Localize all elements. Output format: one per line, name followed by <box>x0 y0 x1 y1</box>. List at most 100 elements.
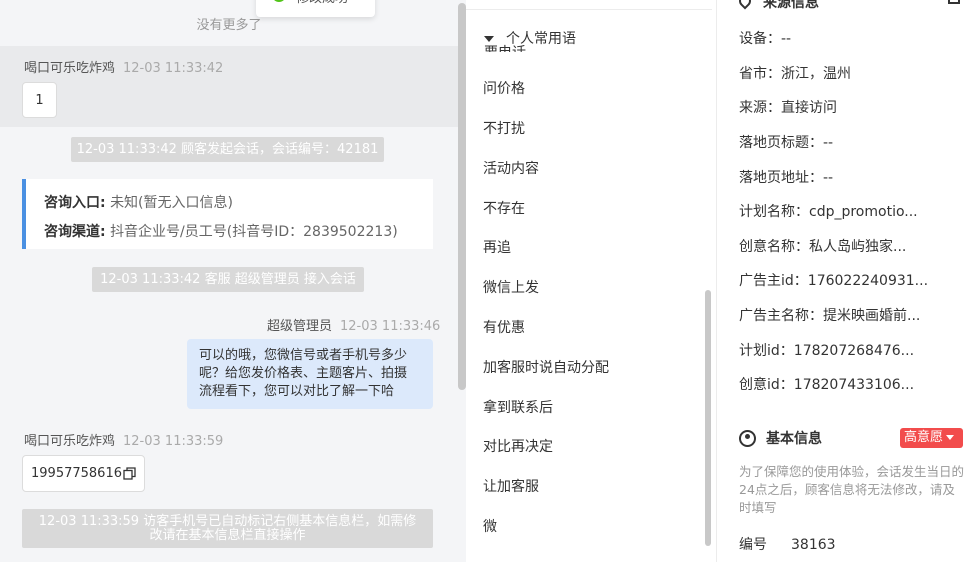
customer-info-panel: 来源信息 设备：-- 省市：浙江，温州 来源：直接访问 落地页标题：-- 落地页… <box>718 0 971 562</box>
row-label: 计划名称： <box>739 204 809 220</box>
phrase-item[interactable]: 再追 <box>483 237 511 257</box>
phrase-item[interactable]: 让加客服 <box>483 476 539 496</box>
source-info-title: 来源信息 <box>736 0 819 12</box>
row-label: 省市： <box>739 66 781 82</box>
sender-name: 喝口可乐吃炸鸡 <box>24 61 116 76</box>
phrase-item[interactable]: 活动内容 <box>483 158 539 178</box>
agent-message-bubble[interactable]: 可以的哦，您微信号或者手机号多少 呢？给您发价格表、主题客片、拍摄 流程看下，您… <box>187 339 433 409</box>
sender-name: 喝口可乐吃炸鸡 <box>24 434 116 449</box>
user-icon <box>739 429 756 447</box>
row-label: 创意名称： <box>739 239 809 255</box>
message-meta: 喝口可乐吃炸鸡 12-03 11:33:42 <box>24 57 223 76</box>
phrase-item[interactable]: 不打扰 <box>483 118 525 138</box>
entry-label: 咨询入口: <box>44 195 106 211</box>
info-row-source: 来源：直接访问 <box>739 97 837 117</box>
message-line: 流程看下，您可以对比了解一下哈 <box>199 384 395 399</box>
toast-text: 修改成功 <box>296 0 348 10</box>
info-row-region: 省市：浙江，温州 <box>739 63 851 83</box>
row-value: 38163 <box>791 537 836 553</box>
copy-icon[interactable] <box>123 467 136 480</box>
info-row-device: 设备：-- <box>739 28 791 48</box>
row-value: 直接访问 <box>781 100 837 116</box>
system-notice: 12-03 11:33:42 顾客发起会话，会话编号：42181 <box>71 137 384 162</box>
basic-info-title: 基本信息 <box>739 428 822 448</box>
location-pin-icon <box>736 0 754 10</box>
row-label: 计划id： <box>739 343 794 359</box>
phrase-item[interactable]: 有优惠 <box>483 317 525 337</box>
intent-level-text: 高意愿 <box>904 430 944 445</box>
channel-row: 咨询渠道: 抖音企业号/员工号(抖音号ID：2839502213) <box>44 218 433 247</box>
info-row-plan-name: 计划名称：cdp_promotio... <box>739 201 918 221</box>
phrases-scrollbar[interactable] <box>705 290 711 546</box>
row-value: 178207268476... <box>793 343 915 359</box>
section-title: 基本信息 <box>766 431 822 447</box>
info-row-landing-title: 落地页标题：-- <box>739 132 833 152</box>
message-text: 1 <box>35 92 44 108</box>
customer-message-bubble[interactable]: 1 <box>22 82 57 118</box>
info-row-creative-name: 创意名称：私人岛屿独家... <box>739 236 906 256</box>
edit-deadline-notice: 为了保障您的使用体验，会话发生当日的24点之后，顾客信息将无法修改，请及时填写 <box>739 464 965 515</box>
info-row-plan-id: 计划id：178207268476... <box>739 340 914 360</box>
chat-scrollbar[interactable] <box>458 3 466 390</box>
message-time: 12-03 11:33:59 <box>123 434 224 449</box>
success-toast: 修改成功 <box>256 0 375 17</box>
message-line: 呢？给您发价格表、主题客片、拍摄 <box>199 366 408 381</box>
info-row-advertiser-name: 广告主名称：提米映画婚前... <box>739 305 920 325</box>
row-label: 落地页地址： <box>739 170 823 186</box>
row-label: 广告主名称： <box>739 308 823 324</box>
phrase-item[interactable]: 加客服时说自动分配 <box>483 357 609 377</box>
info-row-creative-id: 创意id：178207433106... <box>739 374 914 394</box>
row-label: 落地页标题： <box>739 135 823 151</box>
intent-level-dropdown[interactable]: 高意愿 <box>900 428 963 448</box>
system-notice: 12-03 11:33:59 访客手机号已自动标记右侧基本信息栏，如需修 改请在… <box>22 509 433 548</box>
quick-phrases-panel: 要电话 个人常用语 问价格 不打扰 活动内容 不存在 再追 微信上发 有优惠 加… <box>466 0 717 562</box>
sender-name: 超级管理员 <box>267 319 333 334</box>
entry-row: 咨询入口: 未知(暂无入口信息) <box>44 189 433 218</box>
row-value: 私人岛屿独家... <box>809 239 907 255</box>
caret-down-icon <box>484 36 494 42</box>
message-meta: 超级管理员 12-03 11:33:46 <box>267 315 440 334</box>
row-value: -- <box>823 170 834 186</box>
phrase-item[interactable]: 不存在 <box>483 198 525 218</box>
row-label: 来源： <box>739 100 781 116</box>
phrase-group-header[interactable]: 个人常用语 <box>484 28 576 48</box>
section-title: 来源信息 <box>763 0 819 11</box>
entry-value: 未知(暂无入口信息) <box>110 195 233 211</box>
phrase-item[interactable]: 问价格 <box>483 78 525 98</box>
chat-panel: 没有更多了 喝口可乐吃炸鸡 12-03 11:33:42 1 12-03 11:3… <box>0 0 466 562</box>
message-text: 19957758616 <box>31 466 122 481</box>
consult-info-card: 咨询入口: 未知(暂无入口信息) 咨询渠道: 抖音企业号/员工号(抖音号ID：2… <box>22 179 433 249</box>
phrase-item[interactable]: 微信上发 <box>483 277 539 297</box>
row-value: -- <box>823 135 834 151</box>
customer-message-bubble[interactable]: 19957758616 <box>22 455 145 492</box>
message-time: 12-03 11:33:42 <box>123 61 224 76</box>
row-label: 广告主id： <box>739 273 808 289</box>
info-row-advertiser-id: 广告主id：176022240931... <box>739 270 928 290</box>
phrase-item[interactable]: 微 <box>483 516 497 536</box>
row-value: -- <box>781 31 792 47</box>
channel-value: 抖音企业号/员工号(抖音号ID：2839502213) <box>110 224 398 240</box>
divider <box>466 9 712 10</box>
edit-icon[interactable] <box>948 0 960 4</box>
row-value: 176022240931... <box>807 273 929 289</box>
channel-label: 咨询渠道: <box>44 224 106 240</box>
notice-line: 12-03 11:33:59 访客手机号已自动标记右侧基本信息栏，如需修 <box>38 514 417 529</box>
phrase-group-title: 个人常用语 <box>506 31 576 47</box>
row-value: 浙江，温州 <box>781 66 851 82</box>
row-label: 设备： <box>739 31 781 47</box>
phrase-item[interactable]: 对比再决定 <box>483 436 553 456</box>
row-label: 编号 <box>739 537 767 553</box>
notice-line: 改请在基本信息栏直接操作 <box>149 528 306 543</box>
success-icon <box>272 0 286 2</box>
message-meta: 喝口可乐吃炸鸡 12-03 11:33:59 <box>24 430 223 449</box>
message-time: 12-03 11:33:46 <box>340 319 441 334</box>
info-row-landing-url: 落地页地址：-- <box>739 167 833 187</box>
caret-down-icon <box>946 435 955 440</box>
info-row-id: 编号 38163 <box>739 534 836 554</box>
row-value: cdp_promotio... <box>809 204 918 220</box>
phrase-item[interactable]: 拿到联系后 <box>483 397 553 417</box>
message-line: 可以的哦，您微信号或者手机号多少 <box>199 348 408 363</box>
row-label: 创意id： <box>739 377 794 393</box>
system-notice: 12-03 11:33:42 客服 超级管理员 接入会话 <box>92 267 364 292</box>
row-value: 178207433106... <box>793 377 915 393</box>
